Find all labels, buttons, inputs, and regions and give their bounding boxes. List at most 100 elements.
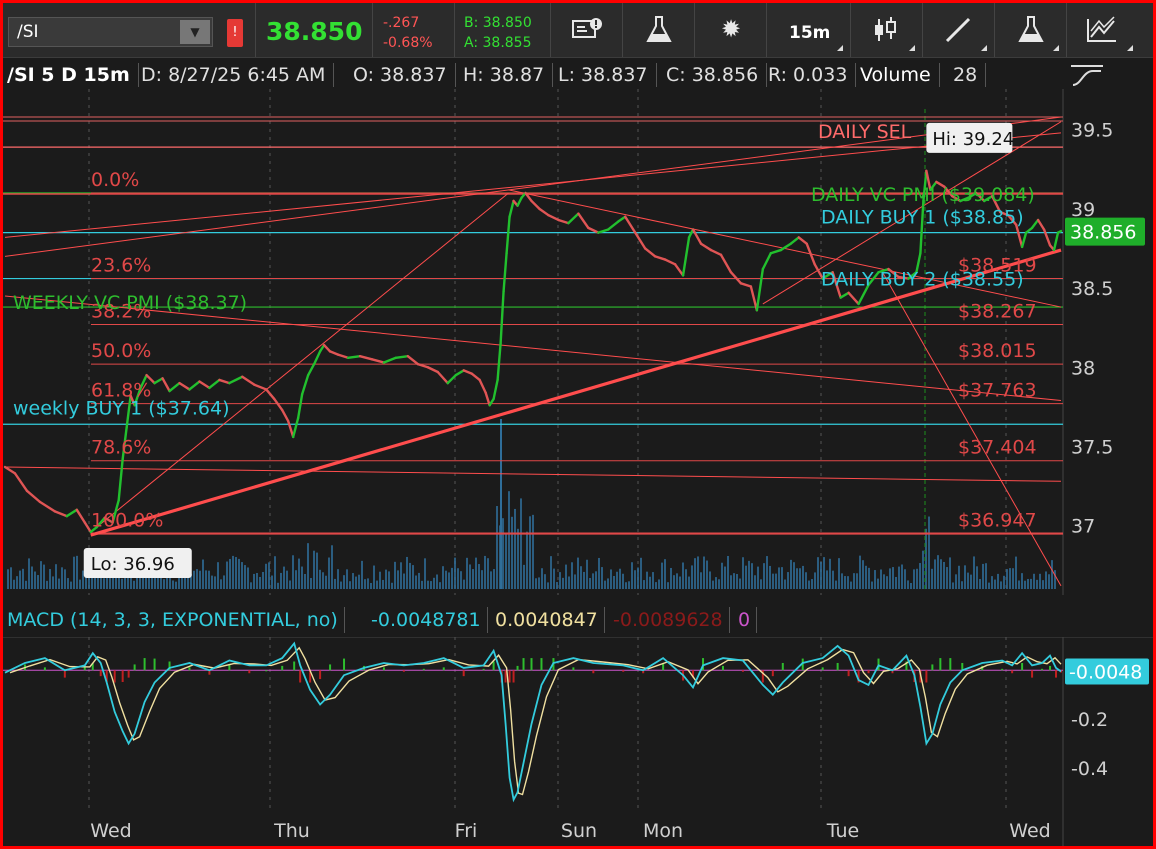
volume-bar — [907, 580, 909, 589]
volume-bar — [691, 565, 693, 589]
volume-bar — [229, 558, 231, 589]
volume-bar — [349, 581, 351, 589]
symbol-selector[interactable]: /SI ▼ — [8, 17, 213, 47]
volume-bar — [937, 555, 939, 589]
volume-bar — [634, 570, 636, 589]
studies-button[interactable] — [995, 3, 1067, 57]
volume-bar — [403, 573, 405, 589]
daily-buy-2-label: DAILY BUY 2 ($38.55) — [821, 269, 1024, 291]
fib-price-label: $36.947 — [958, 510, 1037, 532]
menu-corner-icon — [837, 45, 843, 51]
volume-bar — [490, 571, 492, 589]
volume-bar — [388, 571, 390, 589]
change-cell: -.267 -0.68% — [373, 3, 455, 57]
fib-percent-label: 78.6% — [91, 437, 151, 459]
volume-bar — [223, 575, 225, 589]
macd-histogram-bar — [188, 667, 191, 671]
macd-histogram-bar — [382, 667, 385, 671]
drawing-tools-button[interactable] — [923, 3, 995, 57]
volume-bar — [112, 576, 114, 589]
volume-bar — [610, 569, 612, 589]
volume-bar — [679, 576, 681, 589]
volume-bar — [193, 570, 195, 589]
last-price: 38.850 — [266, 17, 363, 46]
volume-bar — [730, 575, 732, 589]
interval-selector[interactable]: 15m — [767, 3, 851, 57]
volume-bar — [235, 557, 237, 589]
macd-histogram-bar — [949, 658, 952, 671]
volume-bar — [811, 579, 813, 589]
volume-bar — [448, 572, 450, 589]
chevron-down-icon[interactable]: ▼ — [180, 20, 210, 44]
volume-bar — [769, 565, 771, 589]
volume-bar — [781, 567, 783, 589]
time-tick-label: Thu — [273, 820, 310, 842]
volume-bar — [454, 557, 456, 589]
volume-bar — [1009, 568, 1011, 589]
volume-bar — [427, 580, 429, 589]
volume-bar — [103, 578, 105, 589]
volume-bar — [319, 569, 321, 589]
volume-bar — [220, 579, 222, 589]
volume-bar — [217, 562, 219, 589]
volume-bar — [1033, 573, 1035, 589]
macd-title: MACD (14, 3, 3, EXPONENTIAL, no) — [7, 607, 345, 633]
volume-bar — [511, 516, 513, 589]
volume-bar — [625, 582, 627, 589]
flask-button[interactable] — [623, 3, 695, 57]
volume-bar — [22, 568, 24, 589]
menu-corner-icon — [1127, 45, 1133, 51]
volume-bar — [472, 569, 474, 589]
volume-bar — [307, 543, 309, 589]
volume-bar — [7, 569, 9, 589]
patterns-button[interactable] — [1067, 3, 1153, 57]
volume-bar — [964, 565, 966, 589]
price-tick-label: 39.5 — [1071, 120, 1113, 142]
volume-bar — [853, 573, 855, 589]
volume-bar — [1051, 560, 1053, 589]
macd-histogram-bar — [127, 670, 130, 678]
price-chart[interactable]: 39.53938.53837.53738.8560.0%23.6% $38.519… — [3, 89, 1153, 595]
macd-histogram-bar — [925, 670, 928, 683]
menu-corner-icon — [909, 45, 915, 51]
volume-bar — [76, 555, 78, 589]
volume-bar — [1018, 580, 1020, 589]
volume-bar — [721, 562, 723, 589]
volume-bar — [979, 578, 981, 589]
volume-bar — [865, 565, 867, 589]
volume-bar — [889, 568, 891, 589]
chart-title: /SI 5 D 15m — [7, 63, 139, 87]
volume-bar — [892, 567, 894, 589]
volume-bar — [577, 557, 579, 589]
settings-button[interactable]: ✹ — [695, 3, 767, 57]
volume-bar — [505, 533, 507, 589]
macd-tick-label: -0.4 — [1071, 758, 1108, 780]
volume-bar — [628, 581, 630, 589]
macd-chart[interactable]: -0.2 -0.4 -0.0048 Wed Thu Fri Sun Mon Tue Wed — [3, 637, 1153, 846]
volume-bar — [346, 569, 348, 589]
macd-histogram-bar — [43, 667, 46, 671]
volume-bar — [886, 576, 888, 589]
volume-bar — [556, 582, 558, 589]
volume-bar — [370, 582, 372, 589]
volume-bar — [760, 579, 762, 589]
volume-bar — [904, 569, 906, 589]
volume-bar — [877, 578, 879, 589]
fib-price-label: $37.763 — [958, 380, 1037, 402]
macd-histogram-bar — [343, 658, 346, 671]
macd-histogram-bar — [121, 670, 124, 683]
volume-bar — [202, 559, 204, 589]
quote-button[interactable] — [551, 3, 623, 57]
volume-bar — [382, 579, 384, 589]
chart-style-button[interactable] — [851, 3, 923, 57]
time-tick-label: Sun — [561, 820, 597, 842]
volume-bar — [757, 566, 759, 589]
volume-bar — [763, 563, 765, 589]
volume-bar — [736, 574, 738, 589]
date-readout: D: 8/27/25 6:45 AM — [141, 63, 335, 87]
alert-badge-icon[interactable]: ! — [227, 19, 243, 47]
volume-bar — [214, 576, 216, 589]
volume-bar — [649, 576, 651, 589]
volume-bar — [928, 516, 930, 589]
volume-bar — [163, 579, 165, 589]
